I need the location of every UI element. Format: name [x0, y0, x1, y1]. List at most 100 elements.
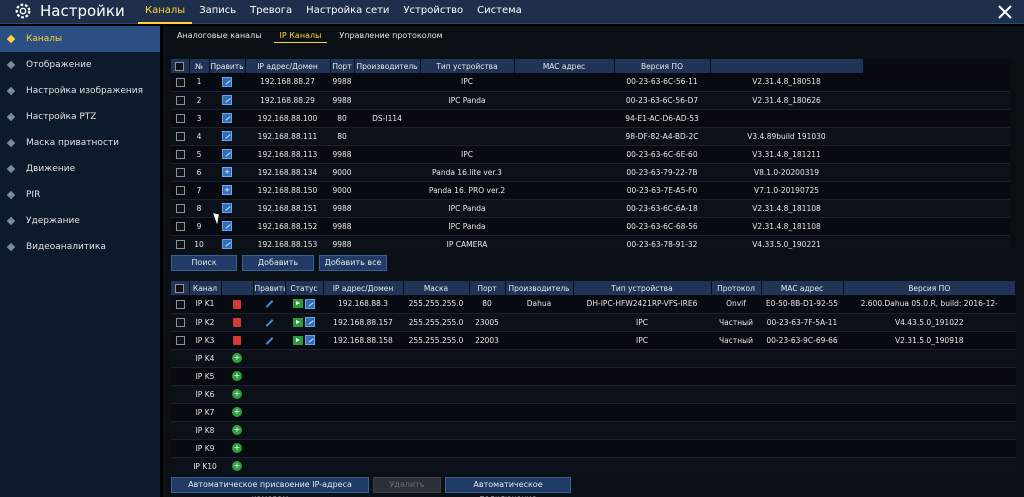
row-status-cell[interactable]: [285, 457, 323, 473]
row-edit-cell[interactable]: [209, 235, 245, 249]
row-checkbox[interactable]: [175, 167, 185, 177]
table-row[interactable]: IP K4 +: [171, 349, 1016, 368]
trash-icon[interactable]: [233, 335, 241, 345]
row-select-cell[interactable]: [171, 109, 189, 128]
row-select-cell[interactable]: [171, 457, 189, 473]
add-icon[interactable]: +: [222, 167, 232, 177]
row-edit-cell[interactable]: [209, 217, 245, 236]
edit-icon[interactable]: [305, 335, 316, 345]
delete-button[interactable]: Удалить: [373, 477, 441, 493]
row-action-cell[interactable]: +: [221, 439, 253, 458]
row-edit-cell[interactable]: [253, 295, 285, 314]
table-row[interactable]: 8 192.168.88.151 9988 IPC Panda 00-23-63-6C-…: [171, 199, 1016, 218]
menu-item-5[interactable]: Система: [470, 0, 529, 24]
row-select-cell[interactable]: [171, 73, 189, 92]
close-icon[interactable]: [996, 3, 1014, 21]
row-action-cell[interactable]: +: [221, 349, 253, 368]
edit-icon[interactable]: [222, 131, 232, 141]
row-select-cell[interactable]: [171, 163, 189, 182]
row-edit-cell[interactable]: [253, 331, 285, 350]
sidebar-item-1[interactable]: Отображение: [0, 52, 160, 78]
row-status-cell[interactable]: [285, 439, 323, 458]
sidebar-item-4[interactable]: Маска приватности: [0, 130, 160, 156]
add-all-button[interactable]: Добавить все: [319, 255, 387, 271]
row-select-cell[interactable]: [171, 385, 189, 404]
edit-icon[interactable]: [222, 113, 232, 123]
table-row[interactable]: IP K5 +: [171, 367, 1016, 386]
tab-0[interactable]: Аналоговые каналы: [171, 29, 268, 43]
row-edit-cell[interactable]: [209, 109, 245, 128]
sidebar-item-0[interactable]: Каналы: [0, 26, 160, 52]
table-row[interactable]: IP K9 +: [171, 439, 1016, 458]
table-row[interactable]: 3 192.168.88.100 80 DS-I114 94-E1-AC-D6-AD-5…: [171, 109, 1016, 128]
sidebar-item-5[interactable]: Движение: [0, 156, 160, 182]
trash-icon[interactable]: [233, 299, 241, 309]
row-checkbox[interactable]: [175, 335, 185, 345]
play-icon[interactable]: [292, 317, 303, 327]
edit-icon[interactable]: [222, 149, 232, 159]
row-edit-cell[interactable]: [253, 457, 285, 473]
row-action-cell[interactable]: +: [221, 457, 253, 473]
row-checkbox[interactable]: [175, 131, 185, 141]
row-checkbox[interactable]: [175, 299, 185, 309]
row-select-cell[interactable]: [171, 295, 189, 314]
row-edit-cell[interactable]: +: [209, 163, 245, 182]
row-select-cell[interactable]: [171, 91, 189, 110]
row-select-cell[interactable]: [171, 439, 189, 458]
tab-2[interactable]: Управление протоколом: [333, 29, 448, 43]
menu-item-1[interactable]: Запись: [192, 0, 243, 24]
table-row[interactable]: 4 192.168.88.111 80 98-DF-82-A4-BD-2C V3.4.8…: [171, 127, 1016, 146]
row-edit-cell[interactable]: [209, 91, 245, 110]
sidebar-item-6[interactable]: PIR: [0, 182, 160, 208]
add-circle-icon[interactable]: +: [232, 443, 242, 453]
table-row[interactable]: IP K7 +: [171, 403, 1016, 422]
row-edit-cell[interactable]: +: [209, 181, 245, 200]
row-status-cell[interactable]: [285, 349, 323, 368]
add-button[interactable]: Добавить: [242, 255, 314, 271]
menu-item-0[interactable]: Каналы: [138, 0, 193, 24]
row-edit-cell[interactable]: [253, 403, 285, 422]
edit-icon[interactable]: [222, 76, 232, 87]
add-circle-icon[interactable]: +: [232, 407, 242, 417]
play-icon[interactable]: [292, 299, 303, 309]
pencil-icon[interactable]: [265, 336, 273, 345]
row-checkbox[interactable]: [175, 221, 185, 231]
row-select-cell[interactable]: [171, 127, 189, 146]
sidebar-item-3[interactable]: Настройка PTZ: [0, 104, 160, 130]
row-select-cell[interactable]: [171, 331, 189, 350]
row-edit-cell[interactable]: [253, 313, 285, 332]
add-circle-icon[interactable]: +: [232, 425, 242, 435]
auto-ip-button[interactable]: Автоматическое присвоение IP-адреса каме…: [171, 477, 369, 497]
row-status-cell[interactable]: [285, 331, 323, 350]
edit-icon[interactable]: [305, 317, 316, 327]
row-checkbox[interactable]: [175, 203, 185, 213]
edit-icon[interactable]: [222, 239, 232, 249]
row-select-cell[interactable]: [171, 313, 189, 332]
row-select-cell[interactable]: [171, 181, 189, 200]
search-table-scrollbar[interactable]: [1010, 59, 1016, 249]
row-action-cell[interactable]: +: [221, 421, 253, 440]
row-edit-cell[interactable]: [253, 439, 285, 458]
table-row[interactable]: IP K2 192.168.88.157 255.255.255.0 23005 IP…: [171, 313, 1016, 332]
table-row[interactable]: IP K8 +: [171, 421, 1016, 440]
row-action-cell[interactable]: [221, 313, 253, 332]
add-circle-icon[interactable]: +: [232, 461, 242, 471]
row-edit-cell[interactable]: [209, 145, 245, 164]
table-row[interactable]: IP K10 +: [171, 457, 1016, 473]
row-action-cell[interactable]: [221, 295, 253, 314]
row-edit-cell[interactable]: [253, 421, 285, 440]
play-icon[interactable]: [292, 335, 303, 345]
row-checkbox[interactable]: [175, 317, 185, 327]
select-all-header[interactable]: [171, 59, 190, 73]
row-select-cell[interactable]: [171, 145, 189, 164]
row-edit-cell[interactable]: [209, 127, 245, 146]
pencil-icon[interactable]: [265, 318, 273, 327]
row-checkbox[interactable]: [175, 149, 185, 159]
add-circle-icon[interactable]: +: [232, 389, 242, 399]
table-row[interactable]: 5 192.168.88.113 9988 IPC 00-23-63-6C-6E-60 V…: [171, 145, 1016, 164]
row-checkbox[interactable]: [175, 113, 185, 123]
row-action-cell[interactable]: +: [221, 385, 253, 404]
row-action-cell[interactable]: [221, 331, 253, 350]
row-status-cell[interactable]: [285, 385, 323, 404]
row-select-cell[interactable]: [171, 235, 189, 249]
